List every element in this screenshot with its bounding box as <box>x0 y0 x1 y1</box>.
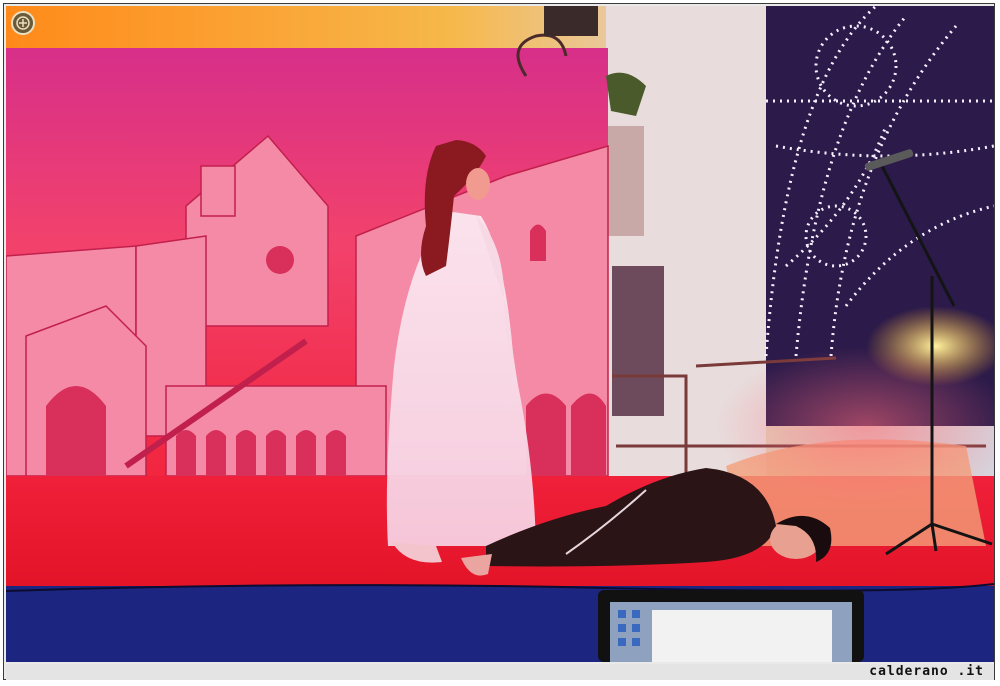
stage-scene <box>6 6 994 662</box>
footer-bar: calderano .it <box>6 664 994 680</box>
laptop-foreground <box>598 590 864 662</box>
stage-photo <box>6 6 994 662</box>
wall-poster <box>608 126 644 236</box>
wall-lamp <box>544 6 598 36</box>
photo-credit: calderano .it <box>869 664 984 679</box>
seal-icon <box>11 11 35 35</box>
window-shutter <box>612 266 664 416</box>
